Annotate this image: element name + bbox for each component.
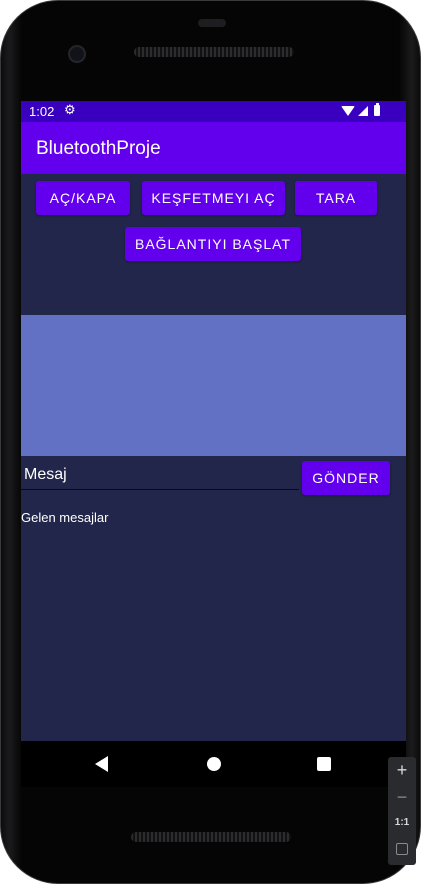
back-icon[interactable] (95, 756, 108, 772)
send-button[interactable]: GÖNDER (302, 461, 390, 495)
message-input[interactable] (21, 461, 299, 490)
incoming-messages-label: Gelen mesajlar (21, 510, 109, 525)
battery-icon (374, 103, 380, 116)
app-title: BluetoothProje (36, 138, 161, 159)
start-connection-button[interactable]: BAĞLANTIYI BAŞLAT (125, 227, 301, 261)
emulator-zoom-controls: + − 1:1 (388, 757, 416, 865)
device-list[interactable] (21, 315, 406, 456)
zoom-in-button[interactable]: + (388, 760, 416, 781)
home-icon[interactable] (207, 757, 221, 771)
front-camera-icon (68, 45, 86, 63)
top-speaker-grille (134, 47, 294, 57)
zoom-out-button[interactable]: − (388, 787, 416, 808)
wifi-icon (341, 105, 355, 116)
enable-discoverable-button[interactable]: KEŞFETMEYI AÇ (142, 181, 285, 215)
cell-signal-icon (358, 105, 368, 116)
recents-icon[interactable] (317, 757, 331, 771)
status-icons (341, 103, 380, 116)
phone-frame: 1:02 ⚙ BluetoothProje AÇ/KAPA KEŞFETMEYI… (0, 0, 421, 884)
app-screen: 1:02 ⚙ BluetoothProje AÇ/KAPA KEŞFETMEYI… (21, 101, 406, 741)
scan-button[interactable]: TARA (295, 181, 377, 215)
app-bar: BluetoothProje (21, 122, 406, 174)
zoom-fit-icon[interactable] (396, 843, 408, 855)
gear-icon: ⚙ (64, 102, 76, 117)
navigation-bar (21, 741, 406, 787)
status-bar: 1:02 ⚙ (21, 101, 406, 122)
toggle-bluetooth-button[interactable]: AÇ/KAPA (36, 181, 130, 215)
zoom-reset-button[interactable]: 1:1 (388, 817, 416, 828)
bottom-speaker-grille (131, 832, 291, 842)
status-time: 1:02 (29, 104, 55, 119)
earpiece-slit (198, 19, 226, 27)
